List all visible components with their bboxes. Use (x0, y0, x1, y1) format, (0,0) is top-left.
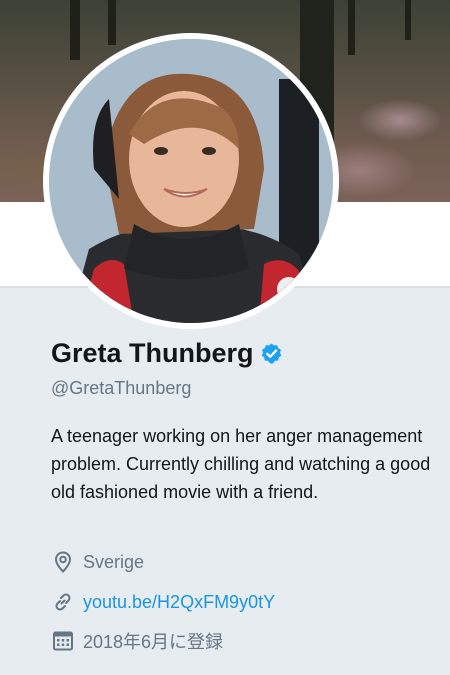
avatar-illustration (49, 39, 333, 323)
avatar-photo (49, 39, 333, 323)
profile-name: Greta Thunberg (51, 338, 283, 369)
profile-join-date: 2018年6月に登録 (51, 628, 223, 654)
website-link[interactable]: youtu.be/H2QxFM9y0tY (83, 592, 275, 613)
location-text: Sverige (83, 551, 145, 572)
profile-avatar[interactable] (43, 33, 339, 329)
profile-website[interactable]: youtu.be/H2QxFM9y0tY (51, 590, 275, 614)
banner-tree (405, 0, 411, 40)
banner-tree (348, 0, 355, 55)
banner-tree (108, 0, 116, 45)
calendar-icon (53, 631, 73, 651)
profile-name-text: Greta Thunberg (51, 338, 254, 368)
profile-location: Sverige (51, 550, 144, 574)
verified-badge-icon (261, 343, 281, 364)
banner-tree (70, 0, 80, 60)
link-icon (55, 593, 71, 611)
location-pin-icon (54, 551, 72, 573)
profile-handle[interactable]: @GretaThunberg (51, 378, 191, 399)
profile-bio: A teenager working on her anger manageme… (51, 426, 431, 502)
join-date-text: 2018年6月に登録 (83, 632, 224, 652)
